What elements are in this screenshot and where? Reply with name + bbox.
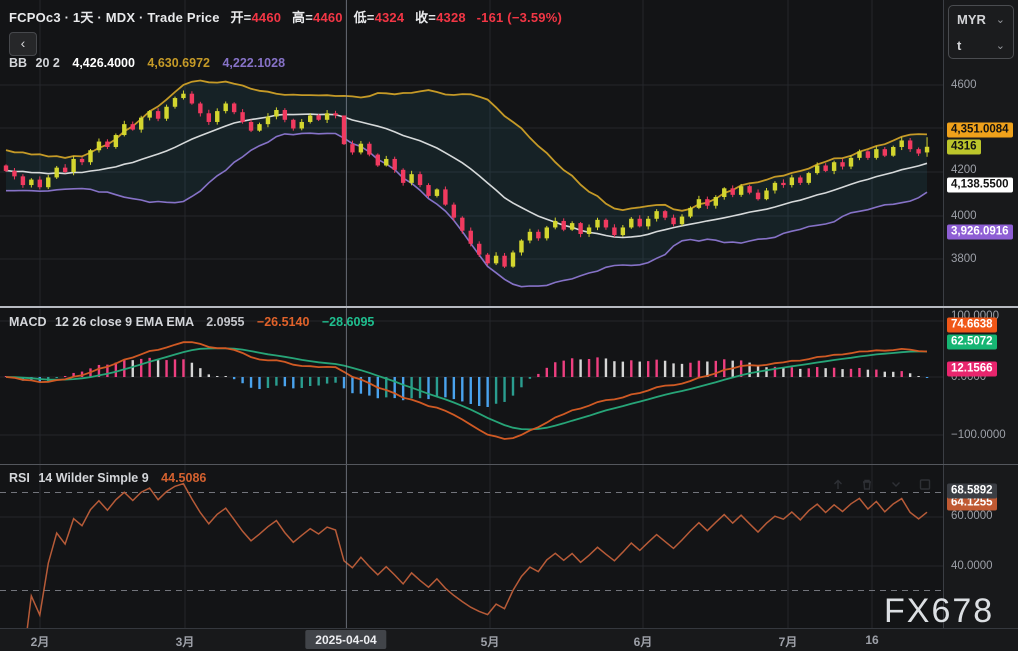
axis-value-badge: 74.6638 — [947, 318, 997, 333]
bb-legend[interactable]: BB 20 2 4,426.4000 4,630.6972 4,222.1028 — [9, 56, 285, 70]
close-label: 收= — [415, 10, 436, 25]
axis-tick-label: 4000 — [951, 210, 977, 222]
back-icon: ‹ — [21, 35, 26, 51]
crosshair-vertical-line — [346, 0, 347, 628]
macd-params: 12 26 close 9 EMA EMA — [55, 315, 194, 329]
low-label: 低= — [354, 10, 375, 25]
delete-pane-icon[interactable] — [857, 476, 877, 493]
bb-upper-value: 4,630.6972 — [147, 56, 210, 70]
macd-legend[interactable]: MACD 12 26 close 9 EMA EMA 2.0955 −26.51… — [9, 315, 374, 329]
pane-separator-price-macd[interactable] — [0, 306, 1018, 308]
price-pane[interactable] — [0, 0, 943, 307]
axis-value-badge: 4,351.0084 — [947, 123, 1013, 138]
time-axis-label: 6月 — [634, 633, 653, 650]
macd-line-value: −26.5140 — [257, 315, 309, 329]
chevron-down-icon: ⌄ — [996, 39, 1005, 52]
pane-controls — [828, 476, 935, 493]
axis-tick-label: 3800 — [951, 253, 977, 265]
rsi-params: 14 Wilder Simple 9 — [38, 471, 148, 485]
time-axis-label: 2月 — [31, 633, 50, 650]
axis-value-badge: 3,926.0916 — [947, 225, 1013, 240]
axis-tick-label: 4200 — [951, 164, 977, 176]
currency-dropdown[interactable]: MYR ⌄ — [949, 6, 1013, 32]
high-label: 高= — [292, 10, 313, 25]
rsi-value: 44.5086 — [161, 471, 206, 485]
bb-lower-value: 4,222.1028 — [222, 56, 285, 70]
axis-value-badge: 12.1566 — [947, 362, 997, 377]
chart-window: FCPOc3 · 1天 · MDX · Trade Price 开=4460 高… — [0, 0, 1018, 651]
axis-tick-label: 60.0000 — [951, 510, 993, 522]
crosshair-date-label: 2025-04-04 — [305, 630, 386, 649]
close-value: 4328 — [436, 10, 466, 25]
change-value: -161 (−3.59%) — [477, 10, 562, 25]
rsi-name: RSI — [9, 471, 30, 485]
macd-signal-value: −28.6095 — [322, 315, 374, 329]
bb-basis-value: 4,426.4000 — [72, 56, 135, 70]
axis-value-badge: 4,138.5500 — [947, 178, 1013, 193]
move-pane-up-icon[interactable] — [828, 476, 848, 493]
back-button[interactable]: ‹ — [9, 32, 37, 56]
low-value: 4324 — [375, 10, 405, 25]
rsi-pane[interactable] — [0, 465, 943, 628]
time-axis-label: 5月 — [481, 633, 500, 650]
unit-selector-box: MYR ⌄ t ⌄ — [948, 5, 1014, 59]
macd-hist-value: 2.0955 — [206, 315, 244, 329]
rsi-legend[interactable]: RSI 14 Wilder Simple 9 44.5086 — [9, 471, 206, 485]
bb-name: BB — [9, 56, 27, 70]
symbol-header[interactable]: FCPOc3 · 1天 · MDX · Trade Price 开=4460 高… — [9, 7, 562, 26]
watermark-text: FX678 — [884, 592, 994, 630]
time-axis-label: 7月 — [779, 633, 798, 650]
open-value: 4460 — [251, 10, 281, 25]
macd-pane[interactable] — [0, 309, 943, 464]
time-axis-label: 16 — [865, 633, 878, 647]
open-label: 开= — [230, 10, 251, 25]
unit-dropdown[interactable]: t ⌄ — [949, 32, 1013, 58]
macd-name: MACD — [9, 315, 47, 329]
axis-tick-label: 4600 — [951, 79, 977, 91]
axis-value-badge: 68.5892 — [947, 484, 997, 499]
pane-separator-macd-rsi[interactable] — [0, 464, 1018, 465]
bb-params: 20 2 — [36, 56, 60, 70]
time-scale[interactable]: 2月 3月 5月 6月 7月 16 2025-04-04 — [0, 628, 1018, 651]
symbol-title: FCPOc3 · 1天 · MDX · Trade Price — [9, 10, 220, 25]
time-axis-label: 3月 — [176, 633, 195, 650]
axis-value-badge: 62.5072 — [947, 335, 997, 350]
axis-tick-label: 40.0000 — [951, 560, 993, 572]
axis-tick-label: −100.0000 — [951, 429, 1006, 441]
collapse-pane-icon[interactable] — [886, 476, 906, 493]
axis-value-badge: 4316 — [947, 140, 981, 155]
watermark: FX678 — [884, 592, 994, 631]
currency-value: MYR — [957, 12, 986, 27]
unit-value: t — [957, 38, 961, 53]
chevron-down-icon: ⌄ — [996, 13, 1005, 26]
price-scale[interactable]: MYR ⌄ t ⌄ 4600 4200 4000 3800 4,351.0084 4316… — [943, 0, 1018, 628]
maximize-pane-icon[interactable] — [915, 476, 935, 493]
high-value: 4460 — [313, 10, 343, 25]
